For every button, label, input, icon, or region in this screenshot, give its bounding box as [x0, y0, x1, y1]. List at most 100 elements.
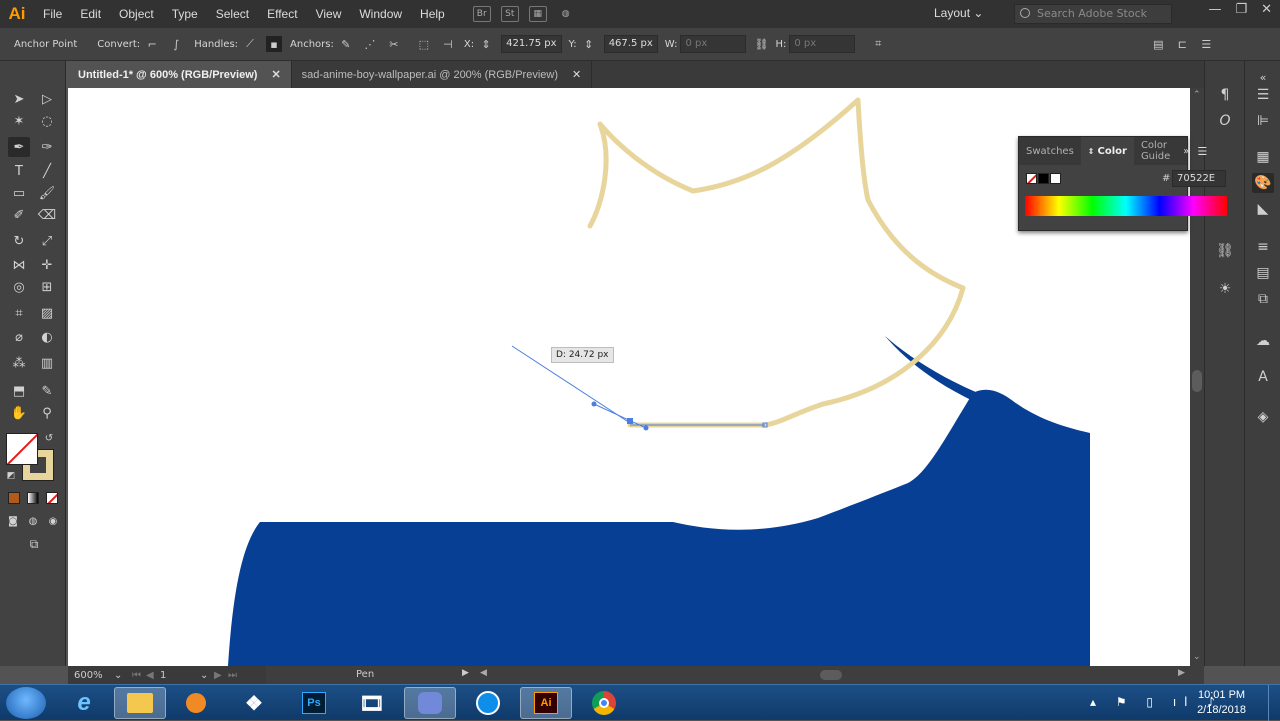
start-button[interactable]: [6, 687, 46, 719]
artboard-number[interactable]: 1: [160, 670, 200, 681]
pubg-icon[interactable]: ❖: [228, 687, 280, 719]
hide-handles-icon[interactable]: ▪: [266, 36, 283, 52]
close-icon[interactable]: ✕: [572, 68, 581, 81]
chevron-right-icon[interactable]: ▶: [1178, 668, 1185, 678]
cut-path-icon[interactable]: ✂: [386, 36, 402, 52]
tab-color-guide[interactable]: Color Guide: [1134, 137, 1177, 165]
search-stock-input[interactable]: Search Adobe Stock: [1014, 4, 1172, 24]
y-field[interactable]: 467.5 px: [603, 35, 658, 53]
chevron-up-icon[interactable]: ⌃: [1193, 90, 1201, 100]
eraser-tool-icon[interactable]: ⌫: [36, 205, 58, 225]
convert-corner-icon[interactable]: ⌐: [144, 36, 160, 52]
puppet-warp-tool-icon[interactable]: ✛: [36, 255, 58, 275]
transform-icon[interactable]: ⬚: [416, 36, 432, 52]
panel-menu-icon[interactable]: ☰: [1197, 145, 1207, 158]
tab-sad-anime-boy[interactable]: sad-anime-boy-wallpaper.ai @ 200% (RGB/P…: [292, 61, 593, 88]
swatches-panel-icon[interactable]: ▦: [1252, 147, 1274, 167]
default-fill-stroke-icon[interactable]: ◩: [4, 469, 18, 483]
tab-swatches[interactable]: Swatches: [1019, 137, 1081, 165]
photoshop-icon[interactable]: Ps: [288, 687, 340, 719]
rectangle-tool-icon[interactable]: ▭: [8, 183, 30, 203]
links-icon[interactable]: ⛓: [1214, 241, 1236, 261]
curvature-tool-icon[interactable]: ✑: [36, 137, 58, 157]
first-artboard-icon[interactable]: ⏮: [132, 670, 146, 681]
video-editor-icon[interactable]: 🎞: [346, 687, 398, 719]
white-color-swatch[interactable]: [1050, 173, 1061, 184]
minimize-icon[interactable]: —: [1208, 2, 1221, 17]
screen-mode-icon[interactable]: ⧉: [22, 535, 46, 553]
tab-untitled-1[interactable]: Untitled-1* @ 600% (RGB/Preview) ✕: [68, 61, 292, 88]
color-spectrum[interactable]: [1025, 196, 1227, 216]
handle-point[interactable]: [643, 425, 649, 431]
w-field[interactable]: 0 px: [680, 35, 747, 53]
panel-expand-icon[interactable]: »: [1183, 146, 1189, 157]
color-panel-icon[interactable]: 🎨: [1252, 173, 1274, 193]
rotate-tool-icon[interactable]: ↻: [8, 231, 30, 251]
x-field[interactable]: 421.75 px: [501, 35, 562, 53]
artboard-tool-icon[interactable]: ⬒: [8, 381, 30, 401]
eyedropper-tool-icon[interactable]: ⌀: [8, 327, 30, 347]
menu-effect[interactable]: Effect: [258, 7, 306, 21]
convert-smooth-icon[interactable]: ∫: [168, 36, 184, 52]
layers-icon[interactable]: ◈: [1252, 407, 1274, 427]
hand-tool-icon[interactable]: ✋: [8, 403, 30, 423]
media-player-icon[interactable]: [170, 687, 222, 719]
connect-anchors-icon[interactable]: ⋰: [362, 36, 378, 52]
line-tool-icon[interactable]: ╱: [36, 161, 58, 181]
workspace-switcher[interactable]: Layout ⌄: [934, 6, 983, 20]
shaper-tool-icon[interactable]: ✐: [8, 205, 30, 225]
black-color-swatch[interactable]: [1038, 173, 1049, 184]
zoom-level[interactable]: 600%: [74, 670, 114, 681]
scroll-thumb[interactable]: [1192, 370, 1202, 392]
chevron-down-icon[interactable]: ⌄: [114, 670, 132, 681]
teamviewer-icon[interactable]: [462, 687, 514, 719]
arrange-icon[interactable]: ▤: [1150, 36, 1166, 52]
chevron-down-icon[interactable]: ⌄: [200, 670, 214, 681]
illustrator-icon[interactable]: Ai: [520, 687, 572, 719]
horizontal-scrollbar[interactable]: Pen ▶ ◀ ▶: [266, 666, 1204, 684]
menu-object[interactable]: Object: [110, 7, 163, 21]
align-panel-icon[interactable]: ⊏: [1174, 36, 1190, 52]
h-field[interactable]: 0 px: [789, 35, 856, 53]
clock[interactable]: 10:01 PM 2/18/2018: [1197, 688, 1246, 718]
file-explorer-icon[interactable]: [114, 687, 166, 719]
stock-icon[interactable]: St: [500, 6, 519, 22]
appearance-icon[interactable]: ☀: [1214, 279, 1236, 299]
color-mode-button[interactable]: [8, 492, 20, 504]
draw-behind-icon[interactable]: ◍: [24, 513, 42, 529]
magic-wand-tool-icon[interactable]: ✶: [8, 111, 30, 131]
none-mode-button[interactable]: [46, 492, 58, 504]
libraries-icon[interactable]: ☁: [1252, 331, 1274, 351]
control-menu-icon[interactable]: ☰: [1198, 36, 1214, 52]
shape-builder-tool-icon[interactable]: ◎: [8, 277, 30, 297]
chevron-left-icon[interactable]: ◀: [480, 668, 487, 678]
scale-tool-icon[interactable]: ⤢: [36, 231, 58, 251]
collapse-panels-icon[interactable]: «: [1252, 67, 1274, 87]
anchor-point[interactable]: [627, 418, 633, 424]
stroke-panel-icon[interactable]: ≡: [1252, 237, 1274, 257]
status-menu-icon[interactable]: ▶: [462, 668, 469, 678]
paragraph-icon[interactable]: ¶: [1214, 85, 1236, 105]
lasso-tool-icon[interactable]: ◌: [36, 111, 58, 131]
blend-tool-icon[interactable]: ◐: [36, 327, 58, 347]
isolate-icon[interactable]: ⌗: [870, 36, 886, 52]
zoom-tool-icon[interactable]: ⚲: [36, 403, 58, 423]
mesh-tool-icon[interactable]: ⌗: [8, 303, 30, 323]
remove-anchor-icon[interactable]: ✎: [338, 36, 354, 52]
blue-fill-shape[interactable]: [228, 389, 1090, 666]
hex-input[interactable]: 70522E: [1172, 170, 1226, 187]
beige-stroke-path[interactable]: [587, 97, 966, 428]
scroll-thumb[interactable]: [820, 670, 842, 680]
menu-edit[interactable]: Edit: [71, 7, 110, 21]
close-icon[interactable]: ✕: [271, 68, 280, 81]
menu-file[interactable]: File: [34, 7, 71, 21]
gpu-performance-icon[interactable]: ◍: [557, 6, 575, 22]
menu-help[interactable]: Help: [411, 7, 454, 21]
menu-view[interactable]: View: [307, 7, 351, 21]
swap-fill-stroke-icon[interactable]: ↺: [42, 431, 56, 445]
align-panel-icon[interactable]: ⊫: [1252, 111, 1274, 131]
last-artboard-icon[interactable]: ⏭: [228, 670, 242, 681]
perspective-grid-tool-icon[interactable]: ⊞: [36, 277, 58, 297]
character-icon[interactable]: A: [1252, 367, 1274, 387]
draw-normal-icon[interactable]: ◙: [4, 513, 22, 529]
